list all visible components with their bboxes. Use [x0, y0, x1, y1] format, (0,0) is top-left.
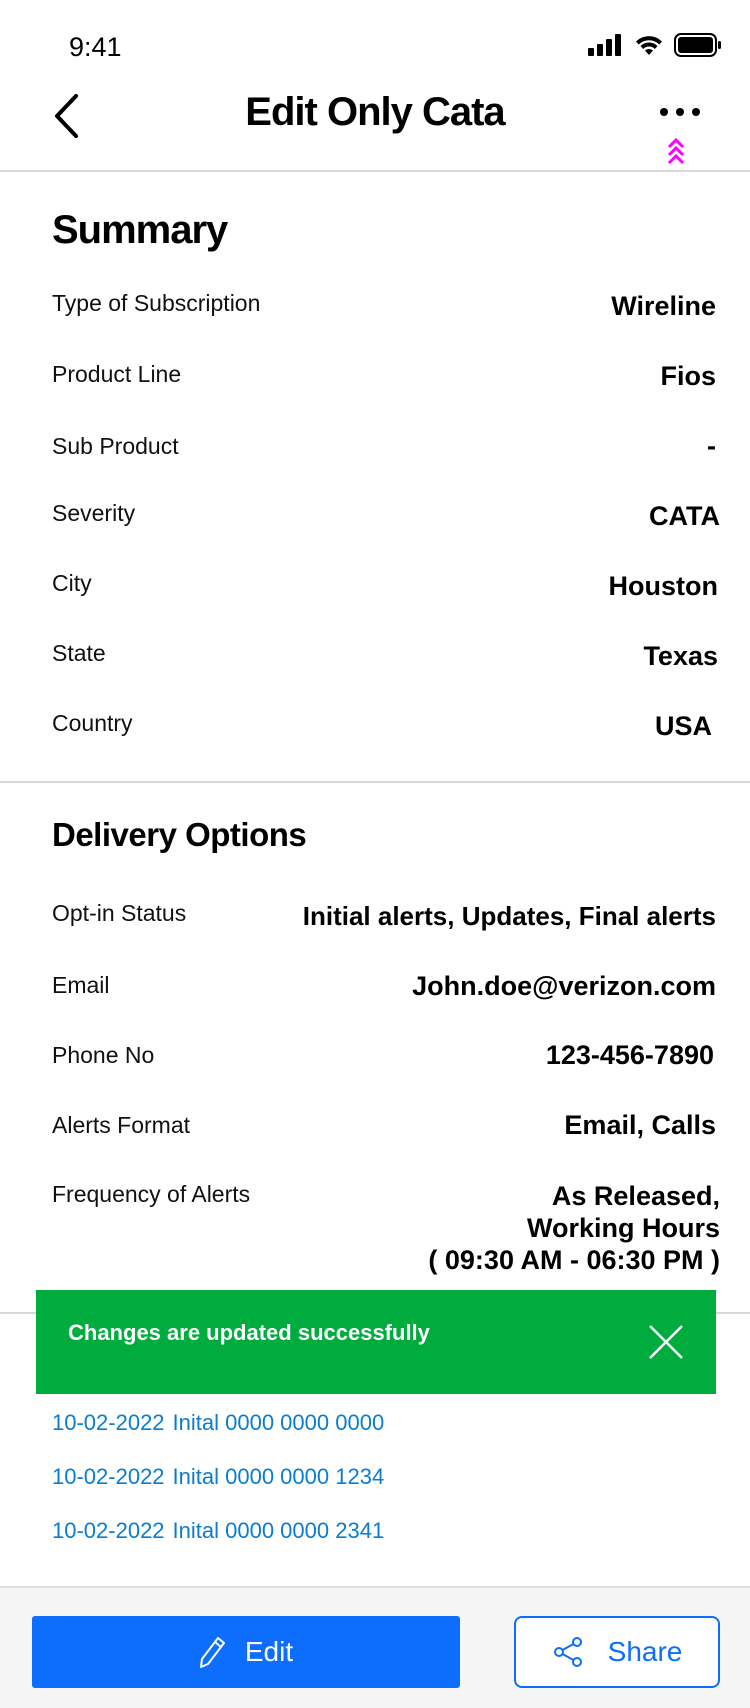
history-text: Inital 0000 0000 1234	[172, 1464, 385, 1489]
nav-header: Edit Only Cata	[0, 80, 750, 172]
success-toast: Changes are updated successfully	[36, 1290, 716, 1394]
summary-title: Summary	[52, 208, 228, 252]
severity-value: CATA	[649, 501, 720, 531]
pencil-icon	[199, 1637, 225, 1668]
country-value: USA	[654, 711, 712, 741]
edit-button-label: Edit	[244, 1636, 294, 1667]
alerts-format-label: Alerts Format	[52, 1112, 191, 1138]
product-line-label: Product Line	[52, 361, 182, 387]
city-label: City	[52, 570, 92, 596]
history-link[interactable]: 10-02-2022 Inital 0000 0000 0000	[52, 1410, 384, 1436]
screen: 9:41 Edit Only Cata Summary Type of Subs…	[0, 0, 750, 1708]
frequency-label: Frequency of Alerts	[52, 1181, 251, 1207]
history-text: Inital 0000 0000 0000	[172, 1410, 385, 1435]
frequency-value-line: Working Hours	[526, 1213, 720, 1243]
double-chevron-up-icon	[667, 137, 685, 165]
phone-label: Phone No	[52, 1042, 155, 1068]
wifi-icon	[636, 36, 662, 55]
email-value: John.doe@verizon.com	[412, 971, 716, 1001]
subscription-type-value: Wireline	[611, 291, 716, 321]
signal-icon	[588, 34, 621, 56]
share-button[interactable]: Share	[514, 1616, 720, 1688]
subscription-type-label: Type of Subscription	[52, 290, 261, 316]
opt-in-status-label: Opt-in Status	[52, 900, 187, 926]
more-icon[interactable]	[658, 100, 702, 124]
edit-button[interactable]: Edit	[32, 1616, 460, 1688]
history-link[interactable]: 10-02-2022 Inital 0000 0000 2341	[52, 1518, 384, 1544]
footer-bar: Edit Share	[0, 1586, 750, 1708]
product-line-value: Fios	[660, 361, 716, 391]
alerts-format-value: Email, Calls	[564, 1110, 716, 1140]
share-icon	[553, 1637, 582, 1667]
section-divider	[0, 781, 750, 783]
close-icon[interactable]	[648, 1324, 684, 1360]
email-label: Email	[52, 972, 110, 998]
history-date: 10-02-2022	[52, 1410, 165, 1435]
frequency-value-line: As Released,	[551, 1181, 720, 1211]
toast-message: Changes are updated successfully	[68, 1320, 430, 1345]
history-text: Inital 0000 0000 2341	[172, 1518, 385, 1543]
sub-product-label: Sub Product	[52, 433, 179, 459]
sub-product-value: -	[707, 431, 716, 461]
opt-in-status-value: Initial alerts, Updates, Final alerts	[302, 901, 716, 931]
share-button-label: Share	[607, 1636, 683, 1667]
phone-value: 123-456-7890	[545, 1040, 714, 1070]
frequency-value: As Released, Working Hours ( 09:30 AM - …	[428, 1180, 720, 1276]
history-date: 10-02-2022	[52, 1518, 165, 1543]
state-label: State	[52, 640, 106, 666]
delivery-options-title: Delivery Options	[52, 816, 307, 853]
history-date: 10-02-2022	[52, 1464, 165, 1489]
country-label: Country	[52, 710, 133, 736]
state-value: Texas	[643, 641, 718, 671]
severity-label: Severity	[52, 500, 136, 526]
page-title: Edit Only Cata	[245, 90, 505, 134]
status-time: 9:41	[69, 32, 122, 62]
city-value: Houston	[608, 571, 718, 601]
battery-icon	[674, 33, 721, 57]
status-icons	[588, 33, 722, 57]
history-link[interactable]: 10-02-2022 Inital 0000 0000 1234	[52, 1464, 384, 1490]
frequency-value-line: ( 09:30 AM - 06:30 PM )	[428, 1245, 720, 1275]
status-bar: 9:41	[0, 0, 750, 80]
